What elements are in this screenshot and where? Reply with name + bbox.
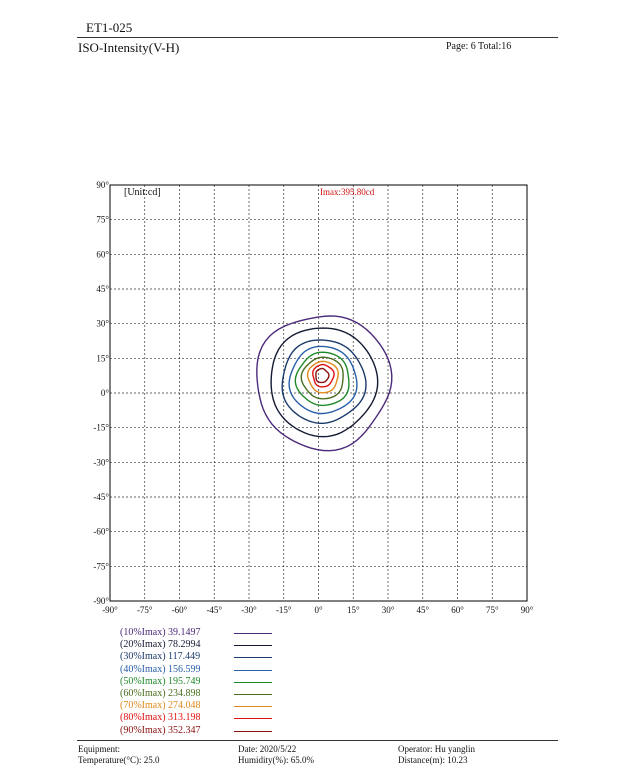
contour-line — [315, 367, 330, 384]
legend-item: (70%Imax) 274.048 — [120, 700, 290, 712]
legend-item: (80%Imax) 313.198 — [120, 712, 290, 724]
y-tick-label: 45° — [96, 284, 109, 294]
x-tick-label: 60° — [451, 605, 464, 615]
legend-swatch — [234, 669, 272, 671]
y-tick-label: -90° — [93, 596, 109, 606]
y-tick-label: -45° — [93, 492, 109, 502]
distance-text: Distance(m): 10.23 — [398, 755, 468, 765]
footer-middle: Date: 2020/5/22 Humidity(%): 65.0% — [238, 744, 314, 766]
legend-item: (40%Imax) 156.599 — [120, 664, 290, 676]
unit-label: [Unit:cd] — [124, 187, 161, 198]
y-tick-label: -30° — [93, 457, 109, 467]
y-tick-label: -60° — [93, 527, 109, 537]
contours — [256, 315, 393, 452]
legend-swatch — [234, 730, 272, 732]
x-tick-label: -75° — [137, 605, 153, 615]
y-tick-label: -15° — [93, 423, 109, 433]
legend-item: (90%Imax) 352.347 — [120, 725, 290, 737]
x-tick-label: -30° — [241, 605, 257, 615]
y-tick-label: -75° — [93, 561, 109, 571]
legend-swatch — [234, 633, 272, 634]
y-tick-label: 30° — [96, 319, 109, 329]
imax-label: Imax:395.80cd — [320, 187, 375, 197]
x-tick-label: -45° — [206, 605, 222, 615]
operator-text: Operator: Hu yanglin — [398, 744, 475, 754]
legend-label: (40%Imax) 156.599 — [120, 663, 201, 675]
footer-divider — [77, 740, 558, 741]
legend-label: (90%Imax) 352.347 — [120, 724, 201, 736]
legend-item: (20%Imax) 78.2994 — [120, 639, 290, 651]
contour-line — [294, 351, 350, 407]
legend-item: (60%Imax) 234.898 — [120, 688, 290, 700]
y-tick-label: 15° — [96, 353, 109, 363]
legend-item: (10%Imax) 39.1497 — [120, 627, 290, 639]
x-tick-label: 45° — [416, 605, 429, 615]
contour-line — [288, 345, 358, 415]
y-tick-label: 75° — [96, 215, 109, 225]
legend-label: (80%Imax) 313.198 — [120, 712, 201, 724]
y-tick-label: 0° — [101, 388, 110, 398]
x-tick-label: 30° — [382, 605, 395, 615]
legend-swatch — [234, 645, 272, 647]
legend-label: (10%Imax) 39.1497 — [120, 627, 201, 638]
axis-ticks: -90° -75° -60° -45° -30° -15° 0° 15° 30° 45° 60° 75… — [93, 180, 533, 615]
footer-right: Operator: Hu yanglin Distance(m): 10.23 — [398, 744, 475, 766]
legend-label: (50%Imax) 195.749 — [120, 675, 201, 687]
temperature-text: Temperature(°C): 25.0 — [78, 755, 160, 765]
legend-item: (50%Imax) 195.749 — [120, 676, 290, 688]
x-tick-label: -90° — [102, 605, 118, 615]
legend-label: (30%Imax) 117.449 — [120, 651, 201, 663]
x-tick-label: 75° — [486, 605, 499, 615]
grid — [110, 185, 527, 601]
legend-swatch — [234, 718, 272, 720]
x-tick-label: -15° — [276, 605, 292, 615]
legend-swatch — [234, 693, 272, 695]
legend-swatch — [234, 706, 272, 708]
x-tick-label: 15° — [347, 605, 360, 615]
humidity-text: Humidity(%): 65.0% — [238, 755, 314, 765]
legend-label: (70%Imax) 274.048 — [120, 700, 201, 712]
legend-item: (30%Imax) 117.449 — [120, 651, 290, 663]
equipment-text: Equipment: — [78, 744, 120, 754]
x-tick-label: 90° — [521, 605, 534, 615]
legend-label: (20%Imax) 78.2994 — [120, 639, 201, 651]
contour-line — [256, 315, 393, 452]
y-tick-label: 60° — [96, 249, 109, 259]
x-tick-label: 0° — [314, 605, 323, 615]
iso-intensity-chart: -90° -75° -60° -45° -30° -15° 0° 15° 30° 45° 60° 75… — [93, 180, 533, 615]
legend-swatch — [234, 681, 272, 683]
legend-swatch — [234, 657, 272, 659]
legend: (10%Imax) 39.1497 (20%Imax) 78.2994 (30%Im… — [120, 627, 290, 737]
x-tick-label: -60° — [172, 605, 188, 615]
footer-left: Equipment: Temperature(°C): 25.0 — [78, 744, 159, 766]
y-tick-label: 90° — [96, 180, 109, 190]
date-text: Date: 2020/5/22 — [238, 744, 297, 754]
legend-label: (60%Imax) 234.898 — [120, 687, 201, 699]
